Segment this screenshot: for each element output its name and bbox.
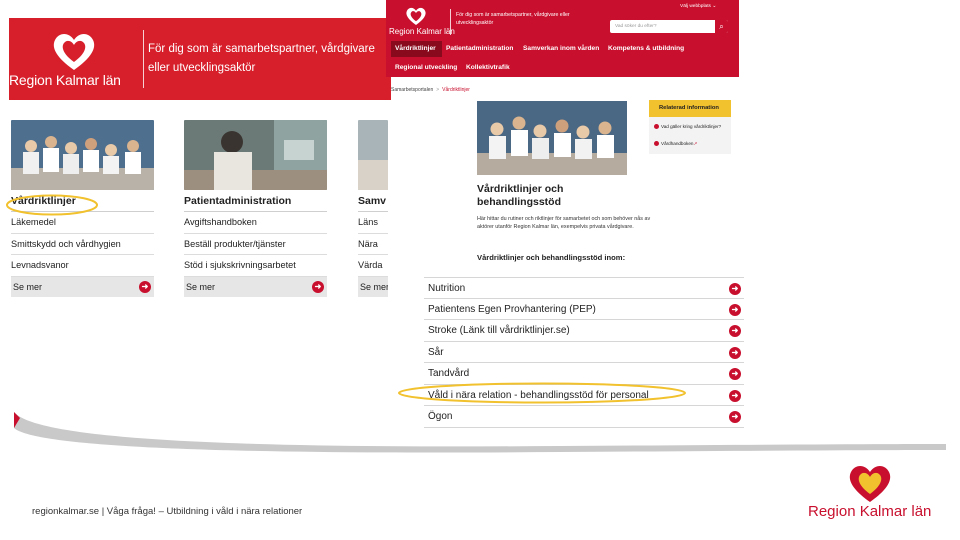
arrow-right-icon: [654, 141, 659, 147]
external-link-icon: ↗: [693, 141, 698, 146]
breadcrumb: Samarbetsportalen > Vårdriktlinjer: [391, 87, 470, 93]
arrow-right-icon: ➜: [729, 346, 741, 359]
see-more-label: Se mer: [13, 281, 43, 292]
see-more-button[interactable]: Se mer: [358, 276, 388, 297]
right-tagline: För dig som är samarbetspartner, vårdgiv…: [456, 12, 570, 26]
nav-kollektivtrafik[interactable]: Kollektivtrafik: [466, 64, 510, 71]
related-link[interactable]: Vad gäller kring vårdriktlinjer?: [654, 123, 728, 130]
arrow-right-icon: [654, 124, 659, 130]
arrow-right-icon: ➜: [729, 389, 741, 402]
page-title: Vårdriktlinjer och behandlingsstöd: [477, 183, 564, 208]
staff-group-photo[interactable]: [11, 120, 154, 190]
search-icon[interactable]: ⌕: [715, 20, 728, 33]
page-intro: Här hittar du rutiner och riktlinjer för…: [477, 216, 651, 230]
staff-group-photo: [477, 101, 627, 175]
card-link[interactable]: Stöd i sjukskrivningsarbetet: [184, 255, 327, 277]
guideline-label: Nutrition: [428, 283, 466, 294]
related-info-title: Relaterad information: [649, 100, 731, 117]
left-brand-name[interactable]: Region Kalmar län: [9, 72, 139, 88]
card-samverkan: Samv Läns Nära Värda Se mer: [358, 120, 388, 297]
arrow-right-icon: ➜: [729, 283, 741, 295]
nav-regional-utveckling[interactable]: Regional utveckling: [395, 64, 457, 71]
highlight-ellipse: [6, 194, 98, 216]
section-heading: Vårdriktlinjer och behandlingsstöd inom:: [477, 253, 626, 262]
card-title[interactable]: Samv: [358, 190, 388, 212]
card-link[interactable]: Nära: [358, 234, 388, 255]
breadcrumb-current: Vårdriktlinjer: [442, 87, 470, 93]
arrow-right-icon: ➜: [312, 280, 324, 293]
related-link[interactable]: Vårdhandboken↗: [654, 140, 728, 147]
card-link[interactable]: Avgiftshandboken: [184, 212, 327, 234]
footer-text: regionkalmar.se | Våga fråga! – Utbildni…: [32, 506, 303, 517]
reception-photo[interactable]: [184, 120, 327, 190]
highlight-ellipse: [398, 382, 686, 404]
card-link[interactable]: Värda: [358, 255, 388, 277]
guideline-label: Stroke (Länk till vårdriktlinjer.se): [428, 325, 570, 336]
arrow-right-icon: ➜: [729, 368, 741, 380]
search-input[interactable]: Vad söker du efter? ⌕: [610, 20, 728, 33]
guideline-link[interactable]: Nutrition ➜: [424, 277, 744, 299]
header-divider: [450, 9, 451, 35]
see-more-button[interactable]: Se mer ➜: [11, 276, 154, 297]
arrow-right-icon: ➜: [729, 325, 741, 337]
card-title[interactable]: Patientadministration: [184, 190, 327, 212]
header-divider: [143, 30, 144, 88]
nav-patientadministration[interactable]: Patientadministration: [446, 45, 513, 52]
site-selector-label: Välj webbplats: [680, 4, 711, 9]
site-selector[interactable]: Välj webbplats ⌄: [680, 4, 716, 9]
guideline-link[interactable]: Patientens Egen Provhantering (PEP) ➜: [424, 299, 744, 320]
nav-samverkan[interactable]: Samverkan inom vården: [523, 45, 599, 52]
related-info-box: Relaterad information Vad gäller kring v…: [649, 100, 731, 154]
guideline-label: Tandvård: [428, 368, 470, 379]
see-more-button[interactable]: Se mer ➜: [184, 276, 327, 297]
see-more-label: Se mer: [360, 281, 388, 292]
card-link[interactable]: Läns: [358, 212, 388, 234]
card-photo[interactable]: [358, 120, 388, 190]
guideline-link[interactable]: Sår ➜: [424, 342, 744, 363]
card-link[interactable]: Smittskydd och vårdhygien: [11, 234, 154, 255]
guideline-label: Sår: [428, 346, 444, 358]
left-site-header: Region Kalmar län För dig som är samarbe…: [9, 18, 391, 100]
footer-brand-name: Region Kalmar län: [808, 503, 932, 520]
breadcrumb-separator: >: [436, 87, 440, 93]
guideline-label: Patientens Egen Provhantering (PEP): [428, 303, 596, 315]
guideline-link[interactable]: Stroke (Länk till vårdriktlinjer.se) ➜: [424, 320, 744, 342]
card-link[interactable]: Beställ produkter/tjänster: [184, 234, 327, 255]
decorative-swoosh: [14, 412, 946, 453]
region-logo-icon: [406, 7, 426, 26]
breadcrumb-link[interactable]: Samarbetsportalen: [391, 87, 433, 93]
search-placeholder: Vad söker du efter?: [615, 24, 657, 29]
left-tagline: För dig som är samarbetspartner, vårdgiv…: [148, 43, 375, 74]
see-more-label: Se mer: [186, 281, 216, 292]
region-logo-icon: [849, 466, 891, 502]
arrow-right-icon: ➜: [139, 280, 151, 293]
card-patientadministration: Patientadministration Avgiftshandboken B…: [184, 120, 327, 297]
nav-kompetens[interactable]: Kompetens & utbildning: [608, 45, 684, 52]
region-logo-icon: [53, 34, 95, 70]
chevron-down-icon: ⌄: [712, 4, 717, 9]
nav-vardriktlinjer[interactable]: Vårdriktlinjer: [395, 45, 436, 52]
related-link-label: Vårdhandboken: [661, 141, 694, 146]
right-brand-name[interactable]: Region Kalmar län: [389, 27, 455, 36]
arrow-right-icon: ➜: [729, 303, 741, 316]
related-link-label: Vad gäller kring vårdriktlinjer?: [661, 124, 722, 129]
card-link[interactable]: Levnadsvanor: [11, 255, 154, 277]
